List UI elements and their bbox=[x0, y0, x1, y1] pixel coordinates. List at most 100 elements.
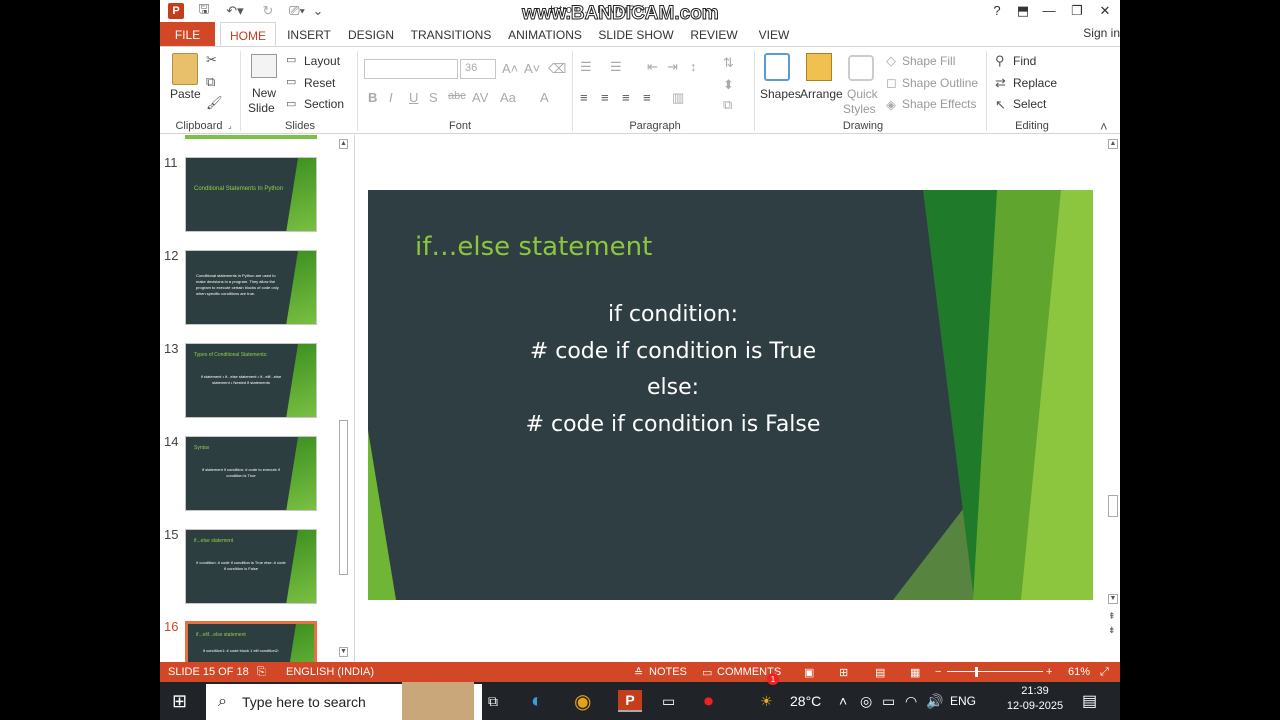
bullets-icon[interactable]: ☰ bbox=[580, 59, 592, 75]
network-icon[interactable]: ◠ bbox=[905, 682, 917, 720]
edge-icon[interactable]: ◐ bbox=[531, 682, 543, 720]
tab-insert[interactable]: INSERT bbox=[284, 22, 334, 46]
replace-button[interactable]: Replace bbox=[1013, 76, 1057, 90]
align-left-icon[interactable]: ≡ bbox=[580, 90, 588, 105]
shape-fill-button[interactable]: Shape Fill bbox=[902, 54, 955, 68]
strikethrough-icon[interactable]: abc bbox=[448, 90, 466, 102]
cut-icon[interactable]: ✂ bbox=[206, 52, 217, 68]
char-spacing-icon[interactable]: AV bbox=[472, 90, 488, 105]
volume-icon[interactable]: 🔊 bbox=[926, 682, 943, 720]
previous-slide-icon[interactable]: ⇞ bbox=[1108, 611, 1116, 622]
quick-styles-button-line2[interactable]: Styles bbox=[843, 102, 876, 116]
tab-review[interactable]: REVIEW bbox=[688, 22, 740, 46]
redo-icon[interactable]: ↻ bbox=[258, 2, 278, 20]
zoom-slider[interactable] bbox=[947, 671, 1043, 672]
underline-icon[interactable]: U bbox=[409, 90, 418, 105]
quick-styles-button[interactable]: Quick bbox=[847, 87, 878, 101]
align-text-icon[interactable]: ⬍ bbox=[723, 77, 734, 93]
slide-show-icon[interactable]: ▦ bbox=[910, 666, 920, 679]
align-center-icon[interactable]: ≡ bbox=[601, 90, 609, 105]
collapse-ribbon-icon[interactable]: ˄ bbox=[1100, 119, 1108, 134]
bold-icon[interactable]: B bbox=[368, 90, 377, 105]
layout-button[interactable]: Layout bbox=[304, 54, 340, 68]
tab-view[interactable]: VIEW bbox=[754, 22, 794, 46]
justify-icon[interactable]: ≡ bbox=[643, 90, 651, 105]
tab-home[interactable]: HOME bbox=[220, 22, 276, 46]
new-slide-button[interactable]: New bbox=[252, 86, 276, 100]
clock[interactable]: 21:39 12-09-2025 bbox=[1000, 685, 1070, 712]
section-button[interactable]: Section bbox=[304, 97, 344, 111]
search-highlight-image[interactable] bbox=[402, 682, 474, 720]
customize-qat-icon[interactable]: ⌄ bbox=[312, 2, 324, 20]
tab-slide-show[interactable]: SLIDE SHOW bbox=[597, 22, 675, 46]
meet-now-icon[interactable]: ◎ bbox=[860, 682, 872, 720]
quick-styles-icon[interactable] bbox=[848, 55, 874, 81]
select-button[interactable]: Select bbox=[1013, 97, 1046, 111]
thumbnail-scrollbar[interactable]: ▲ ▼ bbox=[336, 135, 350, 662]
slide-thumbnail[interactable]: Types of Conditional Statements: if state… bbox=[185, 343, 317, 418]
scroll-down-icon[interactable]: ▼ bbox=[1108, 594, 1118, 604]
paste-icon[interactable] bbox=[172, 53, 198, 85]
close-icon[interactable]: ✕ bbox=[1094, 2, 1116, 20]
restore-icon[interactable]: ❐ bbox=[1066, 2, 1088, 20]
zoom-in-icon[interactable]: + bbox=[1046, 666, 1052, 678]
slide-scrollbar[interactable]: ▲ ▼ ⇞ ⇟ bbox=[1106, 135, 1120, 662]
new-slide-icon[interactable] bbox=[251, 54, 277, 78]
slide-title[interactable]: if…else statement bbox=[415, 232, 652, 262]
scroll-up-icon[interactable]: ▲ bbox=[1108, 139, 1118, 149]
scroll-down-icon[interactable]: ▼ bbox=[339, 647, 348, 657]
notes-button[interactable]: NOTES bbox=[649, 666, 687, 678]
shapes-icon[interactable] bbox=[764, 53, 790, 81]
temperature[interactable]: 28°C bbox=[790, 682, 821, 720]
slide-thumbnail[interactable]: Syntax if statement if condition: # code … bbox=[185, 436, 317, 511]
windows-start-icon[interactable]: ⊞ bbox=[172, 682, 187, 720]
battery-icon[interactable]: ▭ bbox=[882, 682, 895, 720]
clipboard-launcher-icon[interactable]: ⌟ bbox=[228, 121, 232, 130]
change-case-icon[interactable]: Aa bbox=[500, 90, 516, 105]
italic-icon[interactable]: I bbox=[389, 90, 393, 105]
scroll-thumb[interactable] bbox=[339, 420, 348, 575]
font-name-combo[interactable] bbox=[364, 59, 458, 79]
input-language[interactable]: ENG bbox=[950, 682, 976, 720]
slide-canvas[interactable]: if…else statement if condition: # code i… bbox=[356, 135, 1106, 662]
find-button[interactable]: Find bbox=[1013, 54, 1036, 68]
save-icon[interactable]: 🖫 bbox=[194, 1, 214, 20]
numbering-icon[interactable]: ☰ bbox=[610, 59, 622, 75]
language-indicator[interactable]: ENGLISH (INDIA) bbox=[286, 666, 374, 678]
decrease-font-icon[interactable]: A˅ bbox=[524, 61, 540, 76]
tab-transitions[interactable]: TRANSITIONS bbox=[410, 22, 492, 46]
zoom-level[interactable]: 61% bbox=[1068, 666, 1090, 678]
chrome-icon[interactable]: ◉ bbox=[574, 682, 591, 720]
zoom-out-icon[interactable]: − bbox=[935, 666, 941, 678]
task-view-icon[interactable]: ⧉ bbox=[488, 682, 498, 720]
shapes-button[interactable]: Shapes bbox=[760, 87, 801, 101]
powerpoint-taskbar-icon[interactable]: P bbox=[618, 690, 642, 712]
slide-thumbnail[interactable]: Conditional statements in Python are use… bbox=[185, 250, 317, 325]
minimize-icon[interactable]: — bbox=[1038, 2, 1060, 20]
bandicam-record-icon[interactable]: ⏺ bbox=[704, 682, 713, 720]
paste-button[interactable]: Paste bbox=[170, 87, 201, 101]
current-slide[interactable]: if…else statement if condition: # code i… bbox=[368, 190, 1093, 600]
decrease-indent-icon[interactable]: ⇤ bbox=[647, 59, 658, 75]
zoom-slider-thumb[interactable] bbox=[975, 667, 978, 677]
start-from-beginning-icon[interactable]: ⎚▾ bbox=[284, 2, 310, 20]
notification-center-icon[interactable]: ▤ bbox=[1082, 682, 1097, 720]
increase-font-icon[interactable]: A˄ bbox=[502, 61, 518, 76]
ribbon-display-options-icon[interactable]: ⬒ bbox=[1012, 2, 1034, 20]
arrange-icon[interactable] bbox=[806, 53, 832, 81]
line-spacing-icon[interactable]: ↕ bbox=[690, 59, 697, 74]
slide-thumbnail[interactable]: if...else statement if condition: # code … bbox=[185, 529, 317, 604]
font-size-combo[interactable]: 36 bbox=[460, 59, 496, 79]
shadow-icon[interactable]: S bbox=[429, 90, 438, 105]
tab-design[interactable]: DESIGN bbox=[345, 22, 397, 46]
clear-formatting-icon[interactable]: ⌫ bbox=[548, 61, 566, 77]
scroll-thumb[interactable] bbox=[1108, 495, 1118, 517]
align-right-icon[interactable]: ≡ bbox=[622, 90, 630, 105]
new-slide-button-line2[interactable]: Slide bbox=[248, 101, 275, 115]
slide-thumbnail[interactable]: Conditional Statements In Python bbox=[185, 157, 317, 232]
show-hidden-icons[interactable]: ˄ bbox=[839, 682, 847, 720]
font-color-icon[interactable]: A bbox=[540, 90, 549, 105]
text-direction-icon[interactable]: ⇅ bbox=[723, 55, 734, 71]
tab-file[interactable]: FILE bbox=[160, 22, 215, 46]
reset-button[interactable]: Reset bbox=[304, 76, 335, 90]
